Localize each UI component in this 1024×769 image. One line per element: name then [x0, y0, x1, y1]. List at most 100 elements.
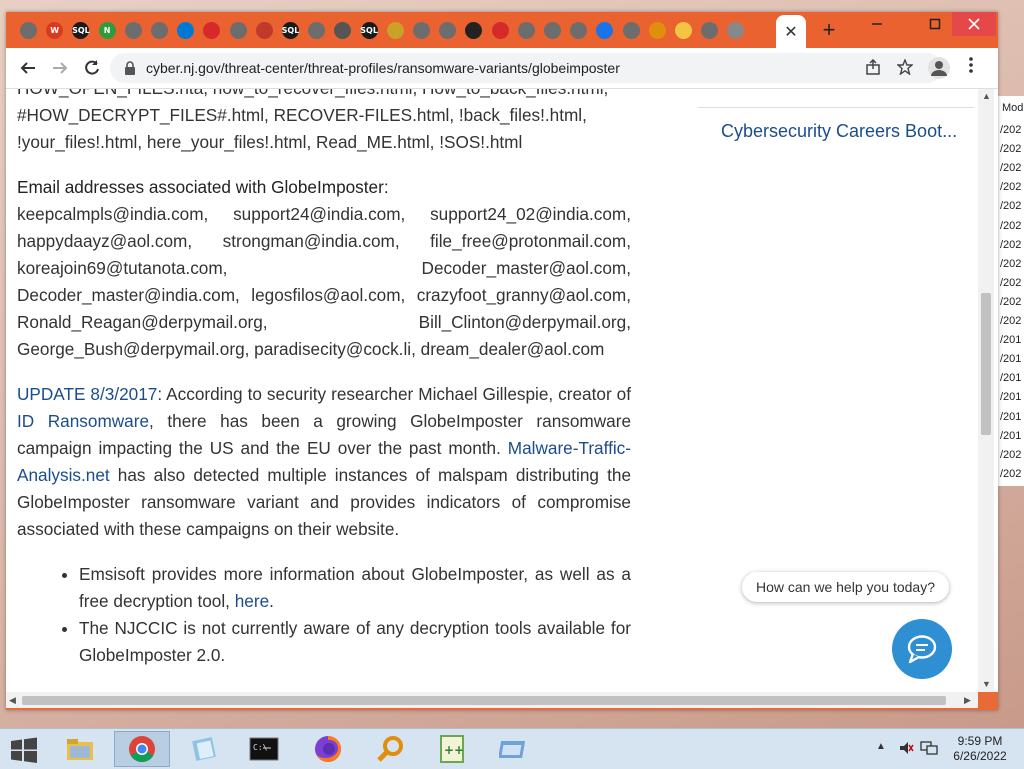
- tab-favicon-24[interactable]: [622, 22, 640, 39]
- scroll-left-arrow-icon[interactable]: ◀: [9, 695, 16, 706]
- address-bar[interactable]: cyber.nj.gov/threat-center/threat-profil…: [110, 53, 942, 83]
- bookmark-star-icon[interactable]: [896, 58, 914, 77]
- background-window-row: /201: [1000, 353, 1022, 366]
- tab-favicon-27[interactable]: [701, 22, 719, 39]
- background-window-row: /202: [1000, 467, 1022, 480]
- back-button[interactable]: [16, 56, 40, 80]
- tab-favicon-6[interactable]: [151, 22, 168, 39]
- close-icon: [968, 18, 980, 30]
- chrome-icon: [129, 736, 155, 763]
- tab-favicon-8[interactable]: [203, 22, 221, 39]
- column-header: Mod: [1002, 102, 1024, 114]
- share-icon[interactable]: [864, 58, 882, 77]
- taskbar-app-window[interactable]: [486, 731, 542, 767]
- svg-text:++: ++: [444, 743, 464, 757]
- command-prompt-icon: C:\: [249, 737, 279, 761]
- taskbar-search-tool[interactable]: [362, 731, 418, 767]
- background-window-row: /202: [1000, 448, 1022, 461]
- chat-prompt-bubble[interactable]: How can we help you today?: [742, 572, 949, 602]
- background-window-row: /202: [1000, 219, 1022, 232]
- bullet-item-emsisoft: Emsisoft provides more information about…: [79, 561, 631, 615]
- active-tab[interactable]: ✕: [776, 15, 806, 48]
- minimize-button[interactable]: [858, 12, 896, 36]
- url-text[interactable]: cyber.nj.gov/threat-center/threat-profil…: [146, 60, 620, 76]
- lock-icon[interactable]: [122, 60, 138, 76]
- window-close-button[interactable]: [952, 12, 996, 36]
- tab-favicon-26[interactable]: [675, 22, 692, 39]
- background-window-row: /202: [1000, 200, 1022, 213]
- tab-favicon-4[interactable]: N: [98, 22, 116, 39]
- sidebar-link-careers-bootcamp[interactable]: Cybersecurity Careers Boot...: [721, 121, 957, 142]
- chat-button[interactable]: [892, 619, 952, 679]
- forward-arrow-icon: [53, 62, 68, 74]
- windows-logo-icon: [11, 737, 37, 763]
- background-window-row: /201: [1000, 391, 1022, 404]
- forward-button[interactable]: [48, 56, 72, 80]
- taskbar-file-explorer[interactable]: [52, 731, 108, 767]
- here-link[interactable]: here: [235, 591, 269, 611]
- bullet-item-njccic: The NJCCIC is not currently aware of any…: [79, 615, 631, 669]
- tab-favicon-7[interactable]: [177, 22, 195, 39]
- bullet-list: Emsisoft provides more information about…: [17, 561, 631, 669]
- tab-favicon-28[interactable]: [727, 22, 745, 39]
- network-icon[interactable]: [920, 740, 938, 756]
- tab-favicon-14[interactable]: SQL: [360, 22, 378, 39]
- tab-favicon-11[interactable]: SQL: [282, 22, 299, 39]
- update-text-1: : According to security researcher Micha…: [157, 384, 631, 404]
- tab-favicon-9[interactable]: [229, 22, 247, 39]
- tab-favicon-20[interactable]: [517, 22, 535, 39]
- start-button[interactable]: [10, 737, 38, 763]
- background-window-row: /202: [1000, 143, 1022, 156]
- tab-favicon-18[interactable]: [465, 22, 483, 39]
- tab-favicon-15[interactable]: [386, 22, 404, 39]
- horizontal-scrollbar[interactable]: ◀ ▶: [6, 692, 978, 708]
- scroll-down-arrow-icon[interactable]: ▼: [982, 679, 991, 689]
- email-list: keepcalmpls@india.com, support24@india.c…: [17, 204, 631, 359]
- tab-favicon-2[interactable]: W: [46, 22, 64, 39]
- scroll-up-arrow-icon[interactable]: ▲: [982, 91, 991, 101]
- browser-menu-icon[interactable]: [966, 56, 976, 80]
- page-viewport: HOW_OPEN_FILES.hta, how_to_recover_files…: [6, 89, 998, 692]
- email-heading: Email addresses associated with GlobeImp…: [17, 177, 389, 197]
- taskbar-notepad-plus[interactable]: ++: [424, 731, 480, 767]
- tab-favicon-16[interactable]: [413, 22, 430, 39]
- tab-favicon-5[interactable]: [124, 22, 142, 39]
- id-ransomware-link[interactable]: ID Ransomware: [17, 411, 149, 431]
- taskbar-command-prompt[interactable]: C:\: [236, 731, 292, 767]
- vertical-scrollbar[interactable]: ▲ ▼: [978, 89, 994, 692]
- tab-favicon-21[interactable]: [544, 22, 561, 39]
- browser-toolbar: cyber.nj.gov/threat-center/threat-profil…: [6, 48, 998, 89]
- new-tab-button[interactable]: +: [818, 19, 840, 42]
- speaker-muted-icon[interactable]: [898, 740, 914, 756]
- reload-button[interactable]: [80, 56, 104, 80]
- maximize-button[interactable]: [916, 12, 954, 36]
- taskbar-app-notes[interactable]: [176, 731, 232, 767]
- profile-avatar-icon[interactable]: [928, 57, 950, 79]
- close-tab-icon[interactable]: ✕: [784, 22, 797, 42]
- system-clock[interactable]: 9:59 PM 6/26/2022: [948, 734, 1012, 764]
- background-window-row: /202: [1000, 181, 1022, 194]
- horizontal-scroll-thumb[interactable]: [22, 696, 946, 705]
- sidebar-divider: [698, 107, 974, 108]
- tab-favicon-12[interactable]: [308, 22, 326, 39]
- scroll-right-arrow-icon[interactable]: ▶: [964, 695, 971, 706]
- background-window: Mod /202/202/202/202/202/202/202/202/202…: [998, 96, 1024, 486]
- tab-favicon-19[interactable]: [491, 22, 509, 39]
- tab-favicon-1[interactable]: [20, 22, 37, 39]
- tab-favicon-10[interactable]: [255, 22, 273, 39]
- taskbar-firefox[interactable]: [300, 731, 356, 767]
- background-window-row: /202: [1000, 315, 1022, 327]
- background-window-row: /201: [1000, 372, 1022, 385]
- taskbar-chrome[interactable]: [114, 731, 170, 767]
- clock-time: 9:59 PM: [957, 734, 1003, 748]
- tab-favicon-23[interactable]: [596, 22, 614, 39]
- firefox-icon: [315, 736, 341, 762]
- tab-favicon-25[interactable]: [648, 22, 666, 39]
- tab-favicon-3[interactable]: SQL: [72, 22, 90, 39]
- tab-favicon-13[interactable]: [334, 22, 352, 39]
- tab-favicon-22[interactable]: [570, 22, 588, 39]
- update-link[interactable]: UPDATE 8/3/2017: [17, 384, 157, 404]
- tab-favicon-17[interactable]: [439, 22, 457, 39]
- tray-overflow-icon[interactable]: ▲: [876, 741, 886, 752]
- vertical-scroll-thumb[interactable]: [981, 293, 991, 435]
